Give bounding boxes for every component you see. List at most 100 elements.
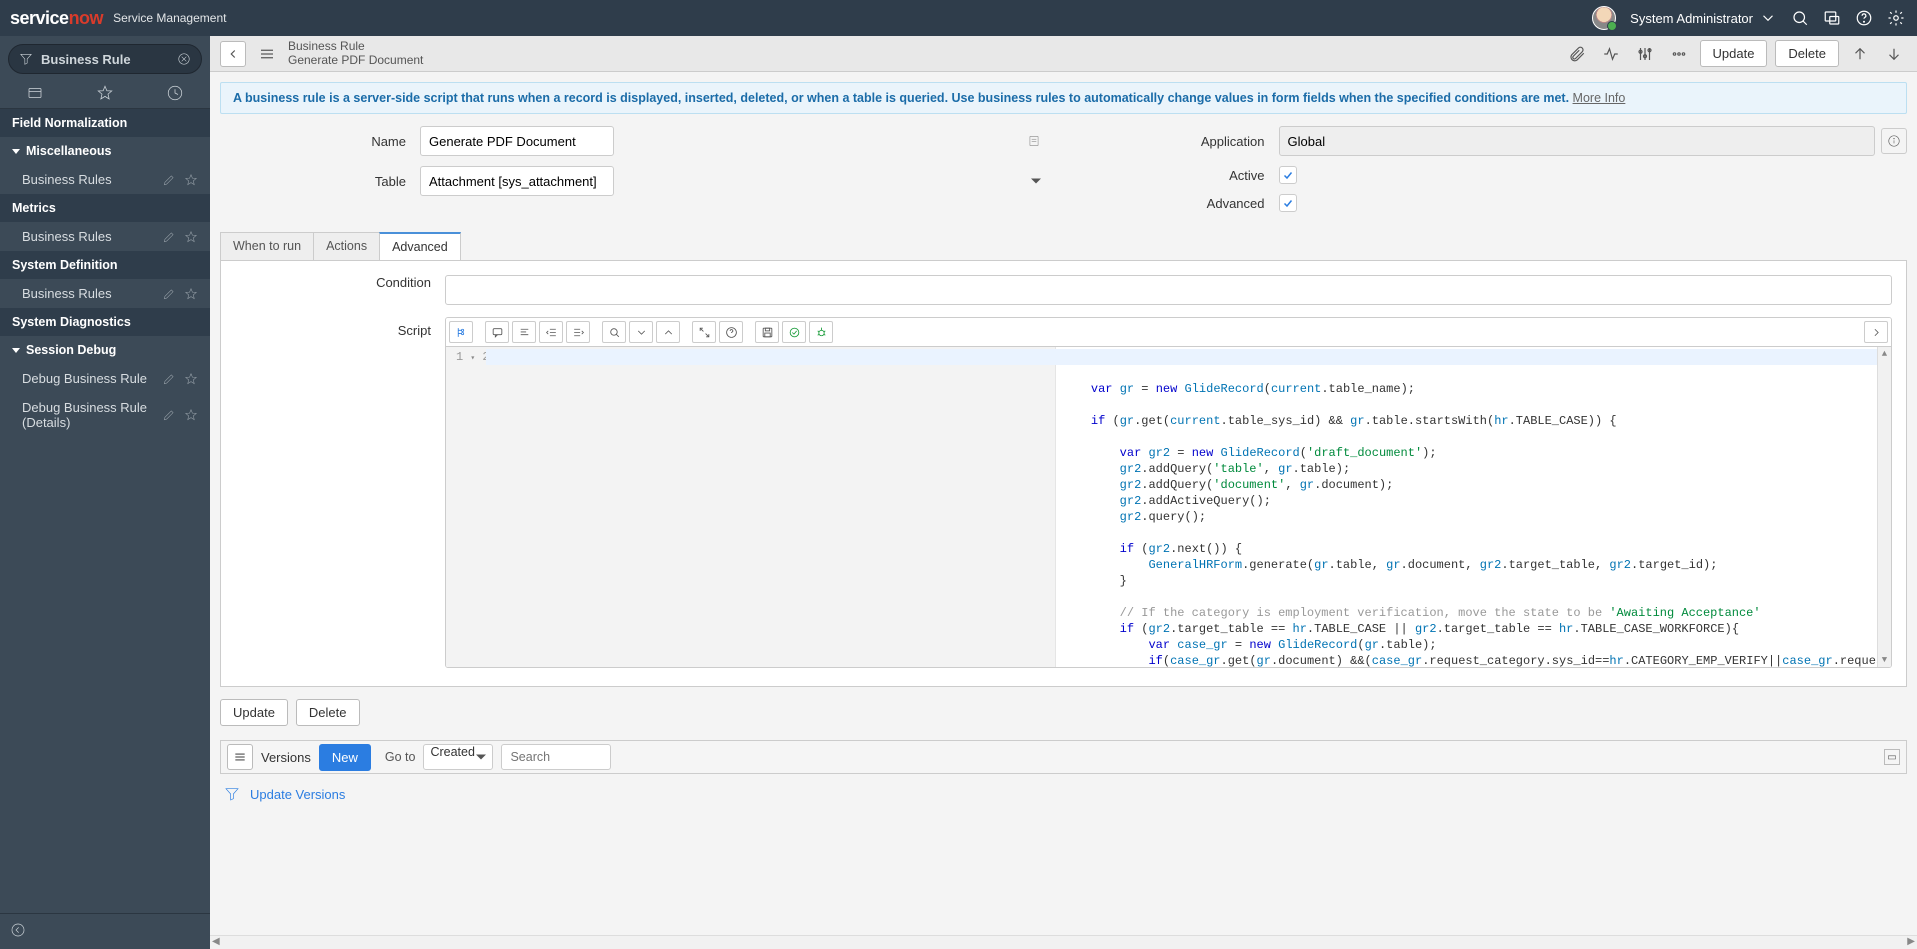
nav-section[interactable]: System Definition	[0, 251, 210, 279]
tab-advanced[interactable]: Advanced	[379, 232, 461, 260]
more-info-link[interactable]: More Info	[1573, 91, 1626, 105]
star-icon[interactable]	[184, 372, 198, 386]
goto-select[interactable]: Created	[423, 744, 493, 770]
personalize-icon[interactable]	[1636, 45, 1654, 63]
prev-record-icon[interactable]	[1851, 45, 1869, 63]
history-icon[interactable]	[166, 84, 184, 102]
application-info-button[interactable]	[1881, 128, 1907, 154]
update-button-bottom[interactable]: Update	[220, 699, 288, 726]
tab-actions[interactable]: Actions	[313, 232, 380, 260]
nav-item[interactable]: Debug Business Rule	[0, 364, 210, 393]
star-icon[interactable]	[184, 287, 198, 301]
table-select[interactable]	[420, 166, 614, 196]
active-checkbox[interactable]	[1279, 166, 1297, 184]
delete-button-bottom[interactable]: Delete	[296, 699, 360, 726]
help-icon[interactable]	[1855, 9, 1873, 27]
nav-item[interactable]: Business Rules	[0, 279, 210, 308]
edit-icon[interactable]	[162, 230, 176, 244]
nav-section[interactable]: Field Normalization	[0, 109, 210, 137]
save-icon	[761, 326, 774, 339]
search-icon[interactable]	[1791, 9, 1809, 27]
search-icon	[608, 326, 621, 339]
edit-icon[interactable]	[162, 173, 176, 187]
nav-item-label: Business Rules	[22, 172, 112, 187]
funnel-icon	[19, 52, 33, 66]
nav-group[interactable]: Miscellaneous	[0, 137, 210, 165]
tab-when-to-run[interactable]: When to run	[220, 232, 314, 260]
help-button[interactable]	[719, 321, 743, 343]
find-prev-button[interactable]	[656, 321, 680, 343]
line-gutter: 1 ▾ 2 3 4 5 ▾ 6 7 8 9 10 11 12 13 ▾ 14 1…	[446, 347, 1056, 667]
brand: servicenow Service Management	[10, 8, 226, 29]
horizontal-scrollbar[interactable]: ◀▶	[210, 935, 1917, 949]
nav-item-label: Business Rules	[22, 229, 112, 244]
star-icon[interactable]	[184, 230, 198, 244]
script-debugger-button[interactable]	[809, 321, 833, 343]
format-button[interactable]	[512, 321, 536, 343]
update-versions-link[interactable]: Update Versions	[250, 787, 345, 802]
find-next-button[interactable]	[629, 321, 653, 343]
info-icon	[1887, 134, 1901, 148]
chevron-right-icon	[1870, 326, 1883, 339]
advanced-label: Advanced	[1079, 196, 1279, 211]
chevron-down-icon	[1031, 179, 1041, 184]
delete-button[interactable]: Delete	[1775, 40, 1839, 67]
favorites-icon[interactable]	[96, 84, 114, 102]
all-apps-icon[interactable]	[26, 84, 44, 102]
indent-right-icon	[572, 326, 585, 339]
find-button[interactable]	[602, 321, 626, 343]
edit-icon[interactable]	[162, 287, 176, 301]
toggle-icon	[788, 326, 801, 339]
script-tree-button[interactable]	[449, 321, 473, 343]
nav-item[interactable]: Debug Business Rule (Details)	[0, 393, 210, 437]
nav-group[interactable]: Session Debug	[0, 336, 210, 364]
chat-icon[interactable]	[1823, 9, 1841, 27]
star-icon[interactable]	[184, 408, 198, 422]
back-button[interactable]	[220, 41, 246, 67]
comment-button[interactable]	[485, 321, 509, 343]
new-button[interactable]: New	[319, 744, 371, 771]
nav-filter[interactable]: Business Rule	[8, 44, 202, 74]
condition-input[interactable]	[445, 275, 1892, 305]
fullscreen-button[interactable]	[692, 321, 716, 343]
nav-group-label: Session Debug	[26, 343, 116, 357]
check-icon	[1282, 197, 1294, 209]
activity-icon[interactable]	[1602, 45, 1620, 63]
nav-section[interactable]: Metrics	[0, 194, 210, 222]
name-input[interactable]	[420, 126, 614, 156]
nav-item[interactable]: Business Rules	[0, 222, 210, 251]
avatar[interactable]	[1592, 6, 1616, 30]
star-icon[interactable]	[184, 173, 198, 187]
advanced-checkbox[interactable]	[1279, 194, 1297, 212]
nav-group-label: Miscellaneous	[26, 144, 111, 158]
nav-tabs	[0, 80, 210, 109]
edit-icon[interactable]	[162, 372, 176, 386]
more-icon[interactable]	[1670, 45, 1688, 63]
form-record-label: Generate PDF Document	[288, 54, 423, 67]
brand-sub: Service Management	[113, 11, 226, 25]
vertical-scrollbar[interactable]: ▲▼	[1877, 347, 1891, 667]
clear-icon[interactable]	[177, 52, 191, 66]
form-menu-icon[interactable]	[258, 45, 276, 63]
suggestion-icon[interactable]	[1027, 134, 1041, 148]
indent-left-button[interactable]	[539, 321, 563, 343]
nav-section[interactable]: System Diagnostics	[0, 308, 210, 336]
save-script-button[interactable]	[755, 321, 779, 343]
edit-icon[interactable]	[162, 408, 176, 422]
attachment-icon[interactable]	[1568, 45, 1586, 63]
nav-collapse[interactable]	[0, 913, 210, 949]
nav-item-actions	[162, 173, 198, 187]
user-menu[interactable]: System Administrator	[1630, 9, 1777, 27]
next-record-icon[interactable]	[1885, 45, 1903, 63]
list-menu-button[interactable]	[227, 744, 253, 770]
update-button[interactable]: Update	[1700, 40, 1768, 67]
funnel-icon[interactable]	[224, 786, 240, 802]
indent-right-button[interactable]	[566, 321, 590, 343]
code-body[interactable]: (function executeRule(current, previous …	[1056, 347, 1877, 667]
nav-item[interactable]: Business Rules	[0, 165, 210, 194]
gear-icon[interactable]	[1887, 9, 1905, 27]
toggle-syntax-button[interactable]	[782, 321, 806, 343]
expand-button[interactable]	[1864, 321, 1888, 343]
related-search-input[interactable]	[501, 744, 611, 770]
collapse-list-button[interactable]: ▭	[1884, 749, 1900, 765]
